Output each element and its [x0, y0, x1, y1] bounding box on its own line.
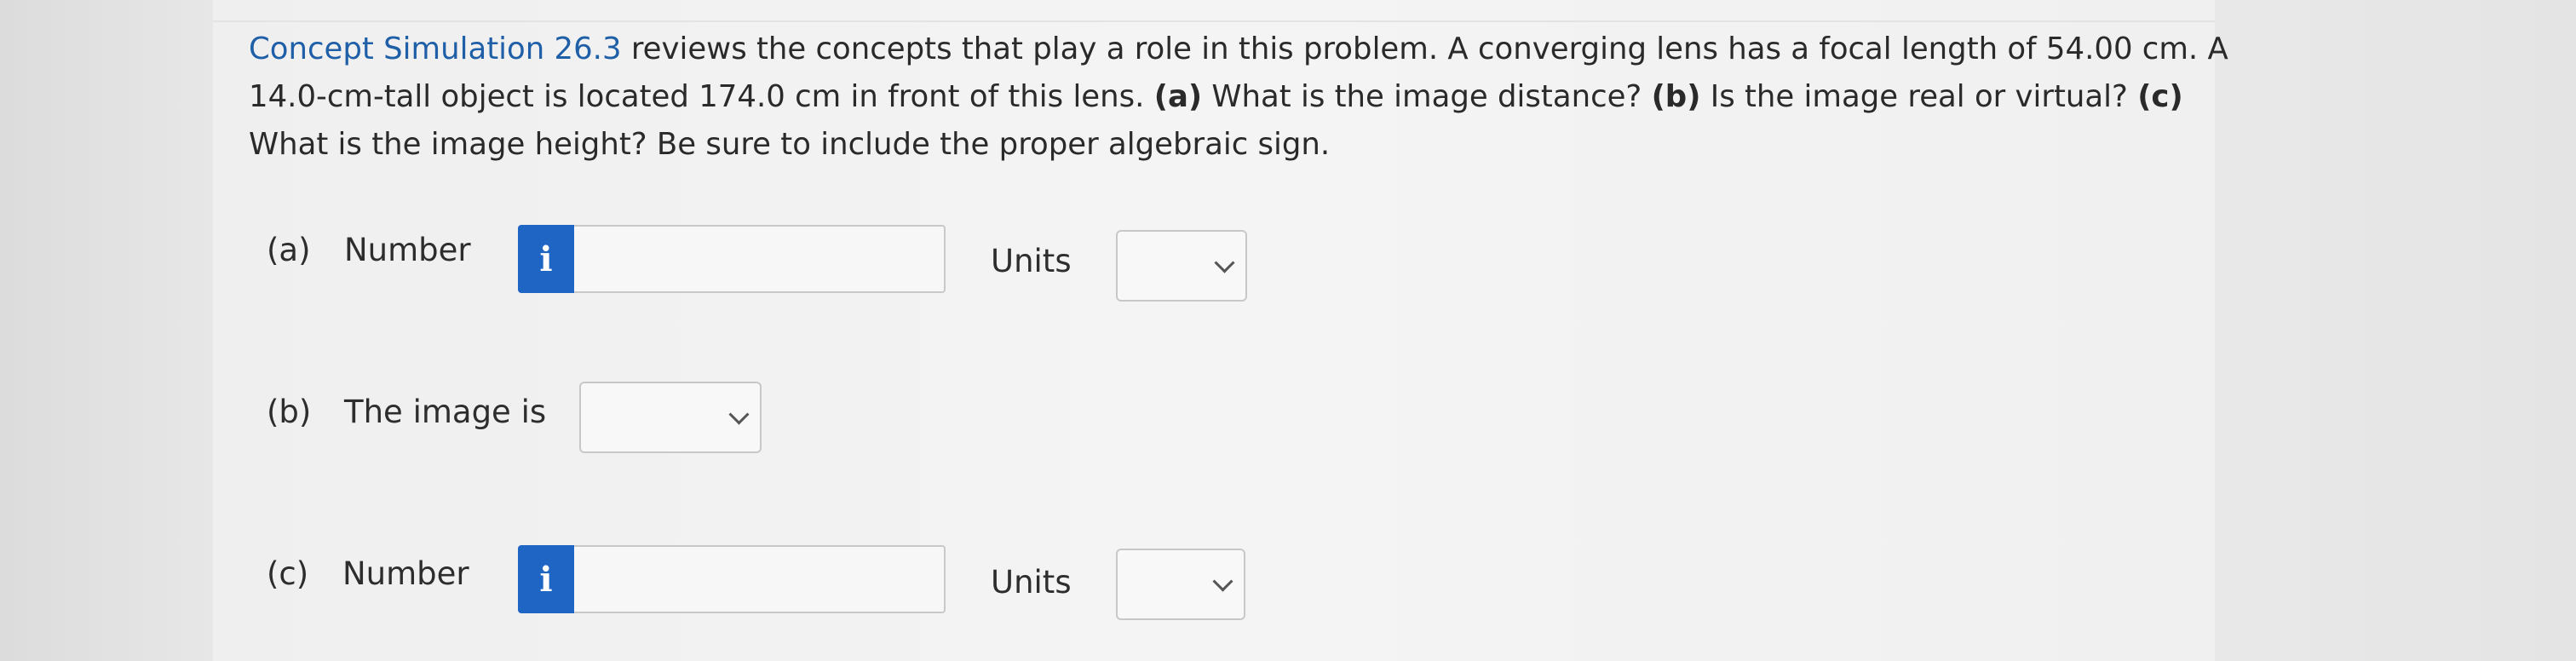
- part-c-number-label: Number: [342, 555, 469, 592]
- part-a-units-select[interactable]: [1116, 230, 1247, 302]
- part-b-label: The image is: [344, 394, 547, 430]
- part-a-tag: (a): [267, 232, 311, 268]
- concept-simulation-link[interactable]: Concept Simulation 26.3: [249, 32, 622, 66]
- part-a-number-input[interactable]: [574, 225, 946, 293]
- part-b-tag: (b): [267, 394, 312, 430]
- divider: [213, 20, 2215, 22]
- part-c-units-label: Units: [991, 564, 1072, 601]
- question-text: Concept Simulation 26.3 reviews the conc…: [249, 32, 2228, 162]
- chevron-down-icon: [1214, 252, 1235, 273]
- part-a-units-label: Units: [991, 243, 1072, 279]
- chevron-down-icon: [728, 404, 750, 425]
- chevron-down-icon: [1212, 571, 1233, 592]
- part-c-info-icon[interactable]: i: [518, 545, 574, 613]
- part-a-number-label: Number: [344, 232, 471, 268]
- part-b-image-type-select[interactable]: [579, 382, 762, 453]
- part-c-tag: (c): [267, 555, 309, 592]
- part-c-units-select[interactable]: [1116, 549, 1245, 620]
- part-c-number-input[interactable]: [574, 545, 946, 613]
- part-a-info-icon[interactable]: i: [518, 225, 574, 293]
